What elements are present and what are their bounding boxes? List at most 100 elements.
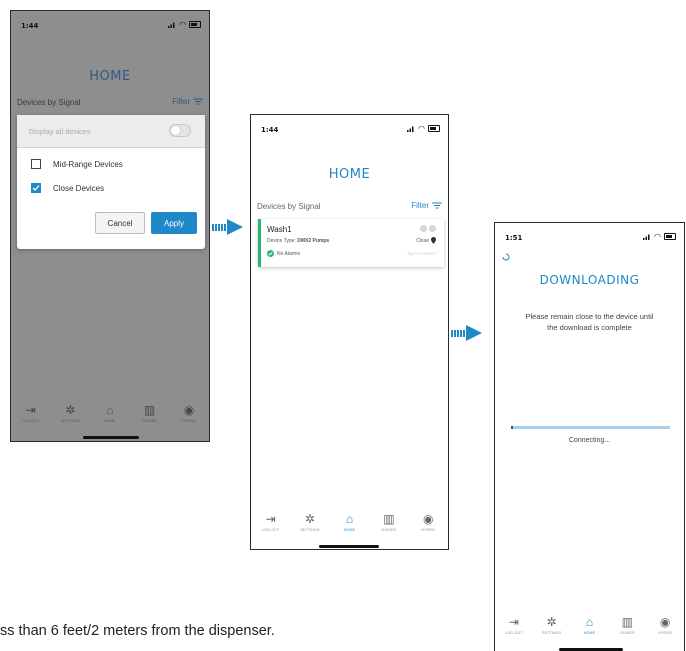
tab-bar: ⇥ LOG-OUT ✲ SETTINGS ⌂ HOME ▥ GUIDES ◉ HYDRO [11,403,209,437]
tab-bar: ⇥ LOG-OUT ✲ SETTINGS ⌂ HOME ▥ GUIDES ◉ HYDRO [495,615,684,649]
tab-logout[interactable]: ⇥ LOG-OUT [14,403,48,423]
tab-label: LOG-OUT [22,419,40,423]
book-icon: ▥ [383,512,395,526]
status-icons: ◠ [168,20,201,28]
tab-label: HOME [343,528,356,532]
status-time: 1:44 [261,126,279,134]
tab-hydro[interactable]: ◉ HYDRO [172,403,206,423]
instruction-text: ss than 6 feet/2 meters from the dispens… [0,623,275,639]
tab-logout[interactable]: ⇥ LOG-OUT [497,615,531,635]
tab-label: LOG-OUT [262,528,280,532]
tab-settings[interactable]: ✲ SETTINGS [53,403,87,423]
home-icon: ⌂ [585,615,594,629]
battery-icon [428,125,440,132]
device-name: Wash1 [267,225,292,234]
tab-logout[interactable]: ⇥ LOG-OUT [254,512,288,532]
proximity: Close [416,237,436,244]
arrow-head-icon [466,325,482,341]
filter-button[interactable]: Filter [172,97,203,106]
status-bar: 1:44 ◠ [11,11,209,37]
tab-guides[interactable]: ▥ GUIDES [133,403,167,423]
device-type-label: Device Type: [267,238,296,244]
wifi-icon: ◠ [418,123,425,133]
status-icons: ◠ [643,231,676,241]
gear-icon: ✲ [546,615,557,629]
display-all-label: Display all devices [29,127,91,136]
apply-button[interactable]: Apply [151,212,197,234]
home-icon: ⌂ [345,512,354,526]
device-type-value: DMX2 Pumps [297,238,330,244]
download-message: Please remain close to the device until … [525,312,654,332]
page-title: HOME [89,69,131,84]
tab-label: GUIDES [619,631,635,635]
logout-icon: ⇥ [265,512,276,526]
gear-icon: ✲ [65,403,76,417]
alarm-label: No Alarms [277,250,301,257]
filter-icon [193,98,203,105]
display-all-toggle[interactable] [169,124,191,137]
tab-label: LOG-OUT [505,631,523,635]
close-devices-checkbox[interactable] [31,183,41,193]
tab-guides[interactable]: ▥ GUIDES [610,615,644,635]
filter-label: Filter [411,201,429,210]
tab-label: HYDRO [421,528,436,532]
tab-settings[interactable]: ✲ SETTINGS [293,512,327,532]
gear-icon: ✲ [305,512,316,526]
tab-label: GUIDES [381,528,397,532]
location-icon: ◉ [659,615,671,629]
spinner-icon [502,253,510,261]
tab-label: SETTINGS [542,631,562,635]
tab-label: SETTINGS [300,528,320,532]
battery-icon [189,21,201,28]
signal-icon [407,126,414,132]
signal-icon [168,22,175,28]
tab-hydro[interactable]: ◉ HYDRO [648,615,682,635]
filter-modal: Display all devices Mid-Range Devices Cl… [17,115,205,249]
progress-status: Connecting... [568,437,611,444]
flow-arrow [451,325,482,341]
tab-home[interactable]: ⌂ HOME [572,615,606,635]
tab-bar: ⇥ LOG-OUT ✲ SETTINGS ⌂ HOME ▥ GUIDES ◉ HYDRO [251,512,448,546]
logout-icon: ⇥ [25,403,36,417]
tap-to-connect-hint: Tap to connect [406,251,436,256]
tab-home[interactable]: ⌂ HOME [93,403,127,423]
arrow-head-icon [227,219,243,235]
tab-home[interactable]: ⌂ HOME [332,512,366,532]
devices-by-signal-label: Devices by Signal [17,98,81,107]
tab-label: SETTINGS [60,419,80,423]
page-title: DOWNLOADING [539,273,640,287]
close-devices-label: Close Devices [53,183,105,193]
tab-hydro[interactable]: ◉ HYDRO [411,512,445,532]
device-card[interactable]: Wash1 Device Type: DMX2 Pumps Close No A… [258,219,444,267]
check-circle-icon [267,250,274,257]
logout-icon: ⇥ [508,615,519,629]
page-title: HOME [328,167,371,182]
home-icon: ⌂ [106,403,114,417]
status-icons: ◠ [407,123,440,133]
book-icon: ▥ [143,403,156,417]
tab-guides[interactable]: ▥ GUIDES [372,512,406,532]
wifi-icon: ◠ [654,231,661,241]
location-icon: ◉ [183,403,195,417]
filter-label: Filter [172,97,190,106]
mid-range-checkbox[interactable] [31,159,41,169]
proximity-label: Close [416,237,429,244]
filter-icon [432,202,442,209]
close-devices-row[interactable]: Close Devices [31,183,104,193]
flow-arrow [212,219,243,235]
tab-label: HOME [104,419,116,423]
tab-label: GUIDES [142,419,157,423]
book-icon: ▥ [621,615,633,629]
mid-range-row[interactable]: Mid-Range Devices [31,159,123,169]
signal-icon [643,234,650,240]
filter-button[interactable]: Filter [411,201,442,210]
status-bar: 1:51 ◠ [495,223,684,249]
cancel-button[interactable]: Cancel [95,212,145,234]
tab-label: HYDRO [182,419,196,423]
tab-settings[interactable]: ✲ SETTINGS [535,615,569,635]
status-time: 1:51 [505,234,523,242]
device-type: Device Type: DMX2 Pumps [267,238,329,244]
home-indicator [319,545,379,548]
status-bar: 1:44 ◠ [251,115,448,141]
alarm-status: No Alarms [267,250,300,257]
